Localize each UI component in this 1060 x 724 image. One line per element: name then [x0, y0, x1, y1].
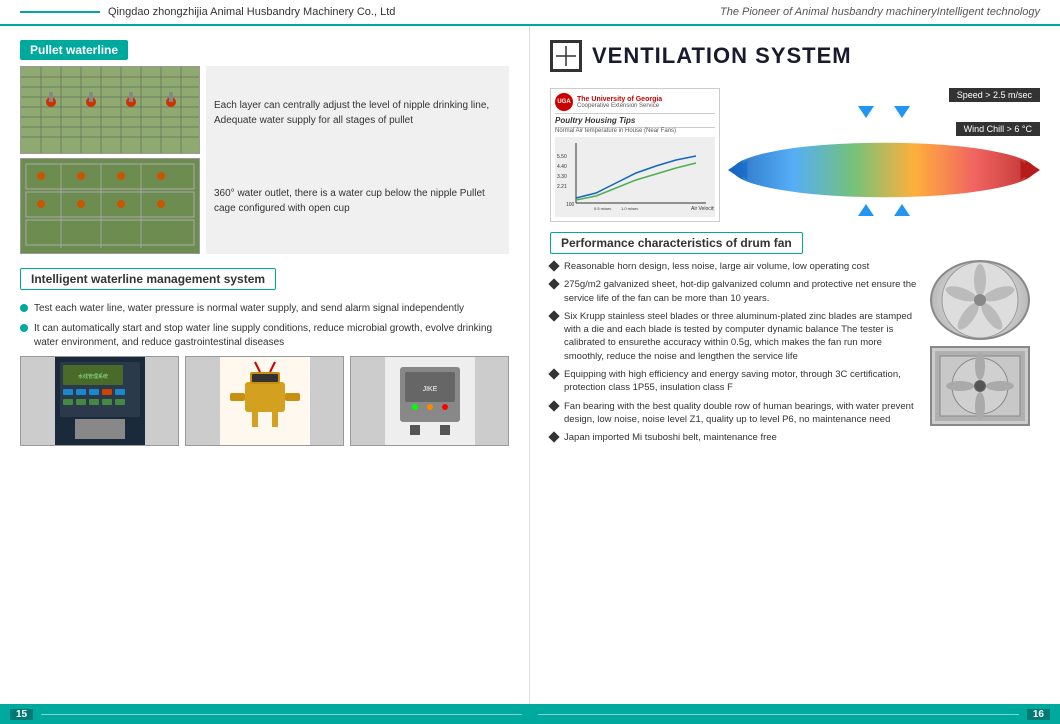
- perf-bullet-0: Reasonable horn design, less noise, larg…: [550, 260, 922, 273]
- page-num-right: 16: [1027, 709, 1050, 720]
- speed-badge: Speed > 2.5 m/sec: [949, 88, 1040, 102]
- ventilation-title-text: VENTILATION SYSTEM: [592, 43, 852, 69]
- perf-badge: Performance characteristics of drum fan: [550, 232, 803, 254]
- fan-square-img: [930, 346, 1030, 426]
- airflow-gradient: [728, 140, 1040, 200]
- poultry-tips-title: Poultry Housing Tips: [555, 116, 715, 128]
- intelligent-section: Intelligent waterline management system …: [20, 268, 509, 446]
- equipment-images: 水线管理系统: [20, 356, 509, 446]
- pullet-desc1: Each layer can centrally adjust the leve…: [214, 98, 501, 128]
- perf-bullet-2: Six Krupp stainless steel blades or thre…: [550, 310, 922, 363]
- perf-bullet-1: 275g/m2 galvanized sheet, hot-dip galvan…: [550, 278, 922, 305]
- performance-section: Performance characteristics of drum fan …: [550, 232, 1040, 450]
- main-content: Pullet waterline: [0, 26, 1060, 704]
- fan-round-img: [930, 260, 1030, 340]
- diamond-1: [548, 279, 559, 290]
- valve-img: [185, 356, 344, 446]
- pullet-image-top: [20, 66, 200, 154]
- uga-logo: UGA: [555, 93, 573, 111]
- svg-text:1.0 m/sec: 1.0 m/sec: [621, 206, 638, 211]
- svg-text:2.21: 2.21: [557, 184, 567, 190]
- arrow-down-2: [894, 106, 910, 118]
- pullet-images-container: Each layer can centrally adjust the leve…: [20, 66, 509, 254]
- svg-text:Air Velocity: Air Velocity: [691, 206, 714, 212]
- perf-bullet-5: Japan imported Mi tsuboshi belt, mainten…: [550, 431, 922, 444]
- diamond-2: [548, 310, 559, 321]
- perf-bullet-3: Equipping with high efficiency and energ…: [550, 368, 922, 395]
- perf-bullet-4: Fan bearing with the best quality double…: [550, 400, 922, 427]
- footer-divider-right: [538, 714, 1019, 715]
- svg-text:100: 100: [566, 202, 575, 208]
- page-num-left: 15: [10, 709, 33, 720]
- intelligent-badge: Intelligent waterline management system: [20, 268, 276, 290]
- intelligent-bullets: Test each water line, water pressure is …: [20, 302, 509, 350]
- svg-text:0.5 m/sec: 0.5 m/sec: [594, 206, 611, 211]
- bullet-item-2: It can automatically start and stop wate…: [20, 322, 509, 350]
- header-left: Qingdao zhongzhijia Animal Husbandry Mac…: [20, 6, 395, 18]
- svg-text:5.50: 5.50: [557, 154, 567, 160]
- chart-graphic: 100 Air Velocity 5.50 4.40 3.30 2.21 0.5…: [555, 137, 715, 217]
- company-name: Qingdao zhongzhijia Animal Husbandry Mac…: [108, 6, 395, 18]
- arrow-up-1: [858, 204, 874, 216]
- left-page: Pullet waterline: [0, 26, 530, 704]
- pullet-image-bottom: [20, 158, 200, 254]
- perf-content: Reasonable horn design, less noise, larg…: [550, 260, 1040, 450]
- ventilation-viz: Speed > 2.5 m/sec Wind Chill > 6 °C: [728, 88, 1040, 216]
- arrows-down-row: [858, 106, 910, 118]
- ventilation-header: VENTILATION SYSTEM: [550, 40, 1040, 72]
- bullet-dot-1: [20, 304, 28, 312]
- control-panel-img: 水线管理系统: [20, 356, 179, 446]
- diamond-0: [548, 260, 559, 271]
- svg-text:JIKE: JIKE: [422, 386, 437, 393]
- right-page: VENTILATION SYSTEM UGA The University of…: [530, 26, 1060, 704]
- svg-text:水线管理系统: 水线管理系统: [77, 373, 107, 380]
- pullet-descriptions: Each layer can centrally adjust the leve…: [206, 66, 509, 254]
- diamond-3: [548, 368, 559, 379]
- poultry-tips-panel: UGA The University of Georgia Cooperativ…: [550, 88, 720, 222]
- footer-divider-left: [41, 714, 522, 715]
- arrow-down-1: [858, 106, 874, 118]
- chart-container: UGA The University of Georgia Cooperativ…: [550, 88, 1040, 222]
- bullet-dot-2: [20, 324, 28, 332]
- windchill-badge: Wind Chill > 6 °C: [956, 122, 1040, 136]
- header-tagline: The Pioneer of Animal husbandry machiner…: [720, 6, 1040, 18]
- uga-logo-row: UGA The University of Georgia Cooperativ…: [555, 93, 715, 114]
- pullet-photo-stack: [20, 66, 200, 254]
- diamond-4: [548, 400, 559, 411]
- bullet-item-1: Test each water line, water pressure is …: [20, 302, 509, 316]
- header-accent-line: [20, 11, 100, 13]
- page-header: Qingdao zhongzhijia Animal Husbandry Mac…: [0, 0, 1060, 26]
- pullet-desc2: 360° water outlet, there is a water cup …: [214, 186, 501, 216]
- performance-bullets: Reasonable horn design, less noise, larg…: [550, 260, 922, 450]
- fan-images: [930, 260, 1040, 450]
- pullet-badge: Pullet waterline: [20, 40, 128, 60]
- svg-text:3.30: 3.30: [557, 174, 567, 180]
- diamond-5: [548, 432, 559, 443]
- pullet-section: Pullet waterline: [20, 40, 509, 254]
- arrows-up-row: [858, 204, 910, 216]
- filter-img: JIKE: [350, 356, 509, 446]
- arrow-up-2: [894, 204, 910, 216]
- page-footer: 15 16: [0, 704, 1060, 724]
- ventilation-icon: [550, 40, 582, 72]
- svg-text:4.40: 4.40: [557, 164, 567, 170]
